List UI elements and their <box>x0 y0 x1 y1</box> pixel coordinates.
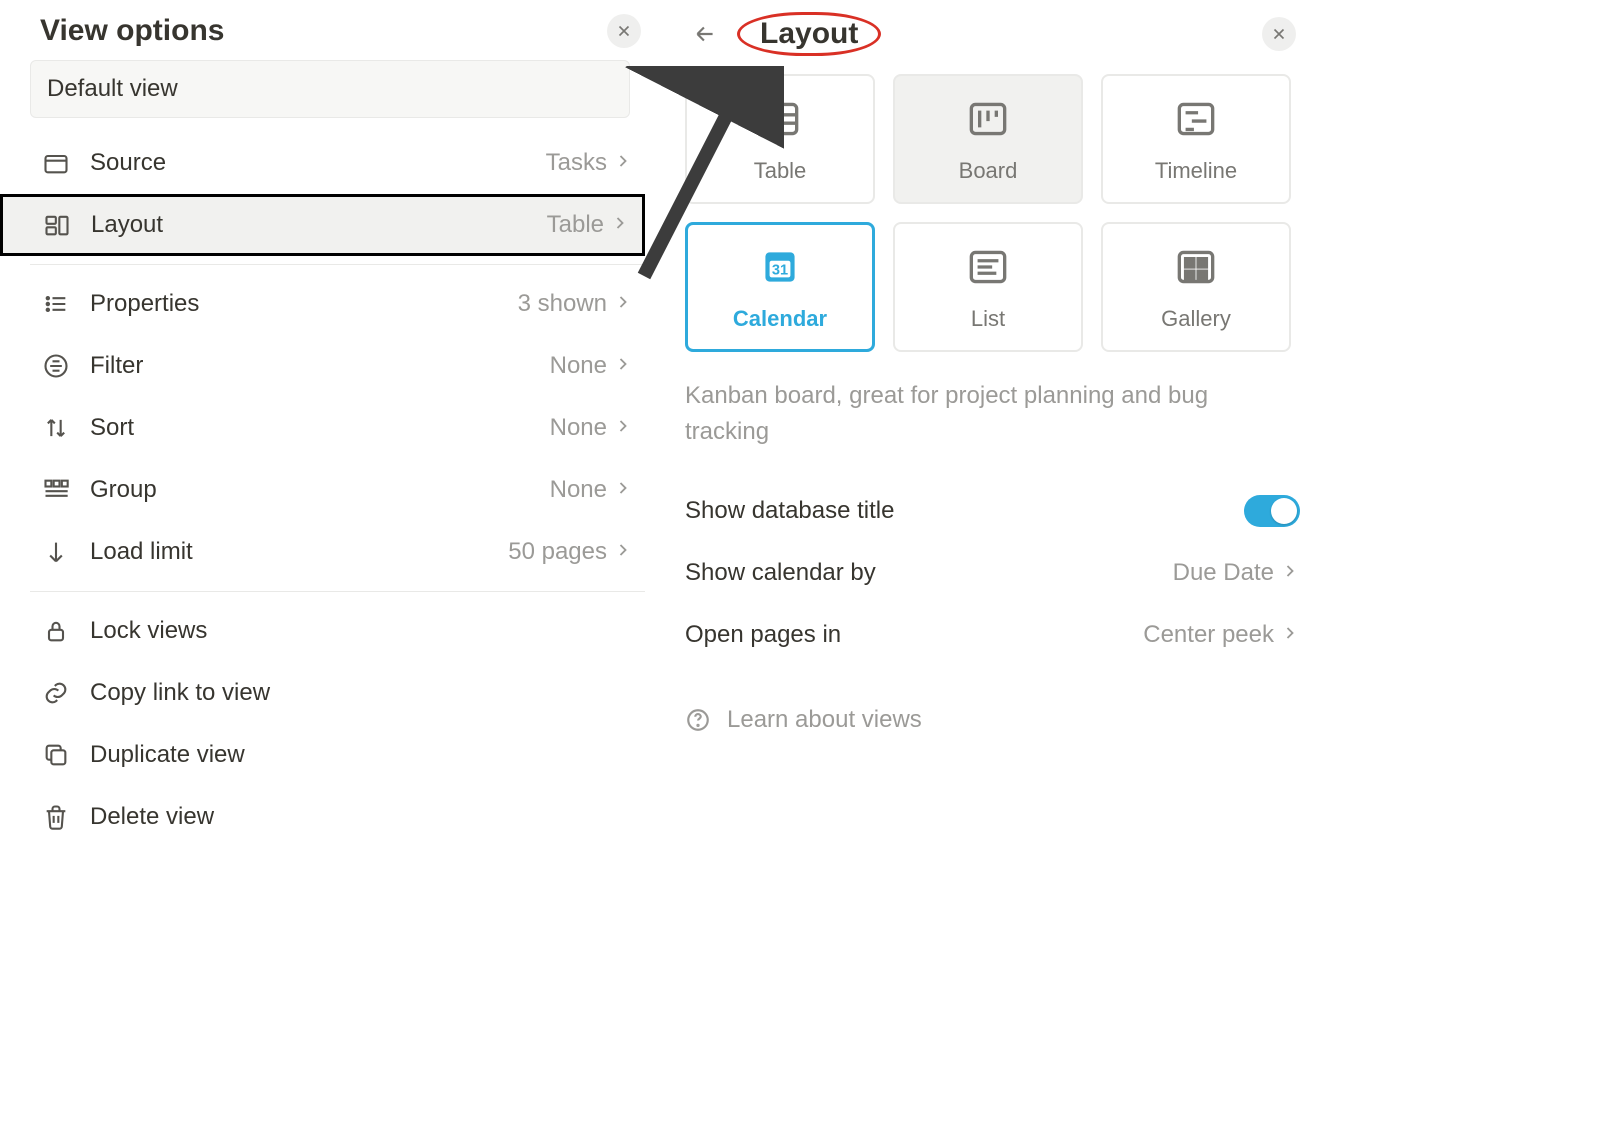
layout-description: Kanban board, great for project planning… <box>685 378 1300 450</box>
row-label: Delete view <box>90 803 633 831</box>
setting-label: Show calendar by <box>685 559 1173 587</box>
row-value: Tasks <box>546 149 607 177</box>
row-label: Source <box>90 149 546 177</box>
layout-tile-list[interactable]: List <box>893 222 1083 352</box>
row-value: None <box>550 352 607 380</box>
show-database-title-row: Show database title <box>685 480 1300 542</box>
row-label: Properties <box>90 290 518 318</box>
link-icon <box>42 679 78 707</box>
row-value: 3 shown <box>518 290 607 318</box>
layout-row[interactable]: Layout Table <box>0 194 645 256</box>
lock-icon <box>42 617 78 645</box>
help-icon <box>685 707 711 733</box>
row-value: None <box>550 414 607 442</box>
filter-row[interactable]: Filter None <box>30 335 645 397</box>
layout-tile-calendar[interactable]: 31 Calendar <box>685 222 875 352</box>
row-label: Copy link to view <box>90 679 633 707</box>
layout-tile-table[interactable]: Table <box>685 74 875 204</box>
chevron-right-icon <box>613 292 633 317</box>
group-icon <box>42 476 78 504</box>
trash-icon <box>42 803 78 831</box>
row-label: Duplicate view <box>90 741 633 769</box>
divider <box>30 591 645 592</box>
chevron-right-icon <box>613 416 633 441</box>
table-icon <box>755 94 805 144</box>
layout-tile-board[interactable]: Board <box>893 74 1083 204</box>
panel-title: View options <box>40 14 224 48</box>
timeline-icon <box>1171 94 1221 144</box>
sort-icon <box>42 414 78 442</box>
copy-link-button[interactable]: Copy link to view <box>30 662 645 724</box>
board-icon <box>963 94 1013 144</box>
list-icon <box>42 290 78 318</box>
tile-label: Table <box>754 158 807 184</box>
row-label: Layout <box>91 211 547 239</box>
tile-label: Calendar <box>733 306 827 332</box>
back-button[interactable] <box>689 18 721 50</box>
close-icon <box>1270 25 1288 43</box>
chevron-right-icon <box>610 213 630 238</box>
tile-label: Board <box>959 158 1018 184</box>
row-value: None <box>550 476 607 504</box>
setting-value: Due Date <box>1173 559 1274 587</box>
properties-row[interactable]: Properties 3 shown <box>30 273 645 335</box>
view-name-input[interactable] <box>30 60 630 118</box>
annotation-circle: Layout <box>737 12 881 56</box>
delete-view-button[interactable]: Delete view <box>30 786 645 848</box>
layout-tile-gallery[interactable]: Gallery <box>1101 222 1291 352</box>
divider <box>30 264 645 265</box>
setting-value: Center peek <box>1143 621 1274 649</box>
source-row[interactable]: Source Tasks <box>30 132 645 194</box>
chevron-right-icon <box>613 354 633 379</box>
chevron-right-icon <box>1280 561 1300 586</box>
copy-icon <box>42 741 78 769</box>
layout-panel: Layout Table Board <box>685 10 1300 848</box>
row-label: Filter <box>90 352 550 380</box>
chevron-right-icon <box>613 540 633 565</box>
chevron-right-icon <box>1280 623 1300 648</box>
row-label: Sort <box>90 414 550 442</box>
learn-about-views-link[interactable]: Learn about views <box>685 706 1300 734</box>
row-label: Lock views <box>90 617 633 645</box>
close-button[interactable] <box>1262 17 1296 51</box>
duplicate-view-button[interactable]: Duplicate view <box>30 724 645 786</box>
row-label: Group <box>90 476 550 504</box>
group-row[interactable]: Group None <box>30 459 645 521</box>
row-label: Load limit <box>90 538 508 566</box>
load-limit-row[interactable]: Load limit 50 pages <box>30 521 645 583</box>
arrow-left-icon <box>692 21 718 47</box>
tile-label: Gallery <box>1161 306 1231 332</box>
toggle-knob <box>1271 498 1297 524</box>
show-calendar-by-row[interactable]: Show calendar by Due Date <box>685 542 1300 604</box>
calendar-icon: 31 <box>755 242 805 292</box>
gallery-icon <box>1171 242 1221 292</box>
view-options-panel: View options Source Tasks Layout Table <box>30 10 645 848</box>
show-database-title-toggle[interactable] <box>1244 495 1300 527</box>
chevron-right-icon <box>613 151 633 176</box>
close-icon <box>615 22 633 40</box>
setting-label: Open pages in <box>685 621 1143 649</box>
row-value: Table <box>547 211 604 239</box>
close-button[interactable] <box>607 14 641 48</box>
open-pages-in-row[interactable]: Open pages in Center peek <box>685 604 1300 666</box>
setting-label: Show database title <box>685 497 1244 525</box>
chevron-right-icon <box>613 478 633 503</box>
panel-title: Layout <box>760 17 858 51</box>
list-view-icon <box>963 242 1013 292</box>
sort-row[interactable]: Sort None <box>30 397 645 459</box>
lock-views-button[interactable]: Lock views <box>30 600 645 662</box>
layout-grid: Table Board Timeline 31 Calendar <box>685 74 1300 352</box>
folder-icon <box>42 149 78 177</box>
row-value: 50 pages <box>508 538 607 566</box>
learn-label: Learn about views <box>727 706 922 734</box>
layout-icon <box>43 211 79 239</box>
svg-text:31: 31 <box>772 262 788 278</box>
tile-label: List <box>971 306 1005 332</box>
arrow-down-icon <box>42 538 78 566</box>
tile-label: Timeline <box>1155 158 1237 184</box>
layout-tile-timeline[interactable]: Timeline <box>1101 74 1291 204</box>
filter-icon <box>42 352 78 380</box>
